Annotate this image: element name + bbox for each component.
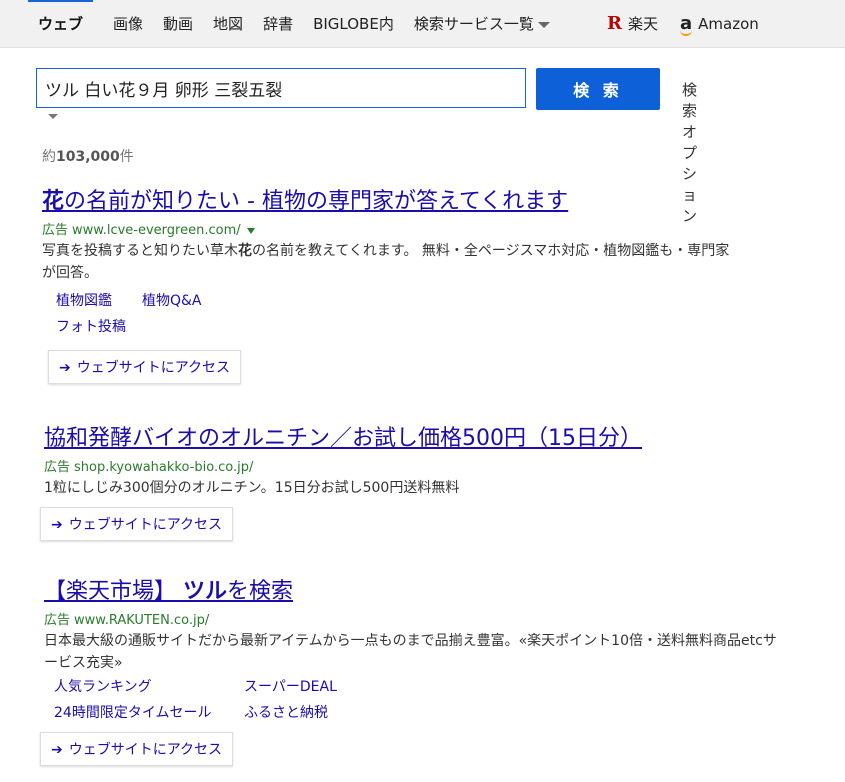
result-title-link[interactable]: 花の名前が知りたい - 植物の専門家が答えてくれます <box>42 183 742 215</box>
visit-website-button[interactable]: ➔ ウェブサイトにアクセス <box>40 732 234 766</box>
search-input[interactable]: ツル 白い花９月 卵形 三裂五裂 <box>36 68 526 108</box>
result-url-line: 広告 www.RAKUTEN.co.jp/ <box>44 609 784 628</box>
sitelinks: 人気ランキング スーパーDEAL 24時間限定タイムセール ふるさと納税 <box>44 676 784 722</box>
result-count: 約103,000件 <box>42 146 134 166</box>
title-text: の名前が知りたい - 植物の専門家が答えてくれます <box>64 189 569 214</box>
sitelinks: 植物図鑑 植物Q&A フォト投稿 <box>42 290 742 336</box>
result-description: 日本最大級の通販サイトだから最新アイテムから一点ものまで品揃え豊富。«楽天ポイン… <box>44 633 777 671</box>
arrow-right-icon: ➔ <box>51 517 63 533</box>
sitelink-time-sale[interactable]: 24時間限定タイムセール <box>54 702 214 722</box>
ad-result-2: 協和発酵バイオのオルニチン／お試し価格500円（15日分） 広告 shop.kyo… <box>40 420 744 541</box>
arrow-right-icon: ➔ <box>51 742 63 758</box>
rakuten-label: 楽天 <box>627 15 658 33</box>
search-button[interactable]: 検 索 <box>536 68 660 110</box>
sitelink-super-deal[interactable]: スーパーDEAL <box>244 676 337 696</box>
arrow-right-icon: ➔ <box>59 360 71 376</box>
tab-maps[interactable]: 地図 <box>213 13 243 34</box>
result-url[interactable]: shop.kyowahakko-bio.co.jp/ <box>74 460 253 475</box>
tab-search-services[interactable]: 検索サービス一覧 <box>414 13 550 34</box>
amazon-link[interactable]: a Amazon <box>679 13 759 36</box>
result-count-number: 103,000 <box>56 149 120 165</box>
sitelink-plant-encyclopedia[interactable]: 植物図鑑 <box>56 290 112 310</box>
desc-part-1: 写真を投稿すると知りたい草木 <box>42 243 238 259</box>
result-count-suffix: 件 <box>119 149 134 165</box>
search-history-dropdown-icon[interactable] <box>48 114 58 119</box>
title-part-1: 【楽天市場】 <box>44 579 183 604</box>
result-title-link[interactable]: 【楽天市場】 ツルを検索 <box>44 573 784 605</box>
chevron-down-icon <box>537 21 550 28</box>
rakuten-logo-icon: R <box>607 13 622 34</box>
result-url[interactable]: www.lcve-evergreen.com/ <box>72 223 241 238</box>
partner-links: R 楽天 a Amazon <box>607 0 781 47</box>
result-description: 写真を投稿すると知りたい草木花の名前を教えてくれます。 無料・全ページスマホ対応… <box>42 240 742 284</box>
tab-search-services-label: 検索サービス一覧 <box>413 15 534 33</box>
sitelink-furusato[interactable]: ふるさと納税 <box>244 702 328 722</box>
top-navigation-bar: ウェブ 画像 動画 地図 辞書 BIGLOBE内 検索サービス一覧 R 楽天 aA… <box>0 0 845 48</box>
title-highlight: ツル <box>183 579 228 604</box>
amazon-logo-icon: a <box>679 13 693 36</box>
ad-label: 広告 <box>44 460 71 475</box>
visit-website-label: ウェブサイトにアクセス <box>68 517 223 533</box>
result-url-line: 広告 www.lcve-evergreen.com/ <box>42 219 742 238</box>
tab-biglobe[interactable]: BIGLOBE内 <box>313 13 394 34</box>
visit-website-label: ウェブサイトにアクセス <box>76 360 231 376</box>
tab-videos[interactable]: 動画 <box>163 13 193 34</box>
ad-label: 広告 <box>44 613 71 628</box>
visit-website-button[interactable]: ➔ ウェブサイトにアクセス <box>40 507 234 541</box>
ad-result-1: 花の名前が知りたい - 植物の専門家が答えてくれます 広告 www.lcve-ev… <box>42 183 742 384</box>
tab-web[interactable]: ウェブ <box>28 0 94 34</box>
sitelink-plant-qa[interactable]: 植物Q&A <box>142 290 202 310</box>
tab-images[interactable]: 画像 <box>113 13 143 34</box>
result-title-link[interactable]: 協和発酵バイオのオルニチン／お試し価格500円（15日分） <box>44 420 744 452</box>
ad-label: 広告 <box>42 223 69 238</box>
search-category-tabs: ウェブ 画像 動画 地図 辞書 BIGLOBE内 検索サービス一覧 <box>28 0 570 47</box>
rakuten-link[interactable]: R 楽天 <box>607 13 658 34</box>
amazon-label: Amazon <box>698 14 759 33</box>
tab-dictionary[interactable]: 辞書 <box>263 13 293 34</box>
sitelink-ranking[interactable]: 人気ランキング <box>54 676 214 696</box>
title-part-2: を検索 <box>227 579 294 604</box>
result-url[interactable]: www.RAKUTEN.co.jp/ <box>74 613 209 628</box>
visit-website-button[interactable]: ➔ ウェブサイトにアクセス <box>48 350 242 384</box>
caret-down-icon[interactable] <box>246 227 255 234</box>
sitelink-photo-post[interactable]: フォト投稿 <box>56 316 126 336</box>
desc-highlight: 花 <box>238 243 252 259</box>
ad-result-3: 【楽天市場】 ツルを検索 広告 www.RAKUTEN.co.jp/ 日本最大級の… <box>40 573 784 766</box>
visit-website-label: ウェブサイトにアクセス <box>68 742 223 758</box>
title-highlight: 花 <box>42 189 65 214</box>
result-description: 1粒にしじみ300個分のオルニチン。15日分お試し500円送料無料 <box>44 480 460 496</box>
result-url-line: 広告 shop.kyowahakko-bio.co.jp/ <box>44 456 744 475</box>
result-count-prefix: 約 <box>42 149 56 165</box>
